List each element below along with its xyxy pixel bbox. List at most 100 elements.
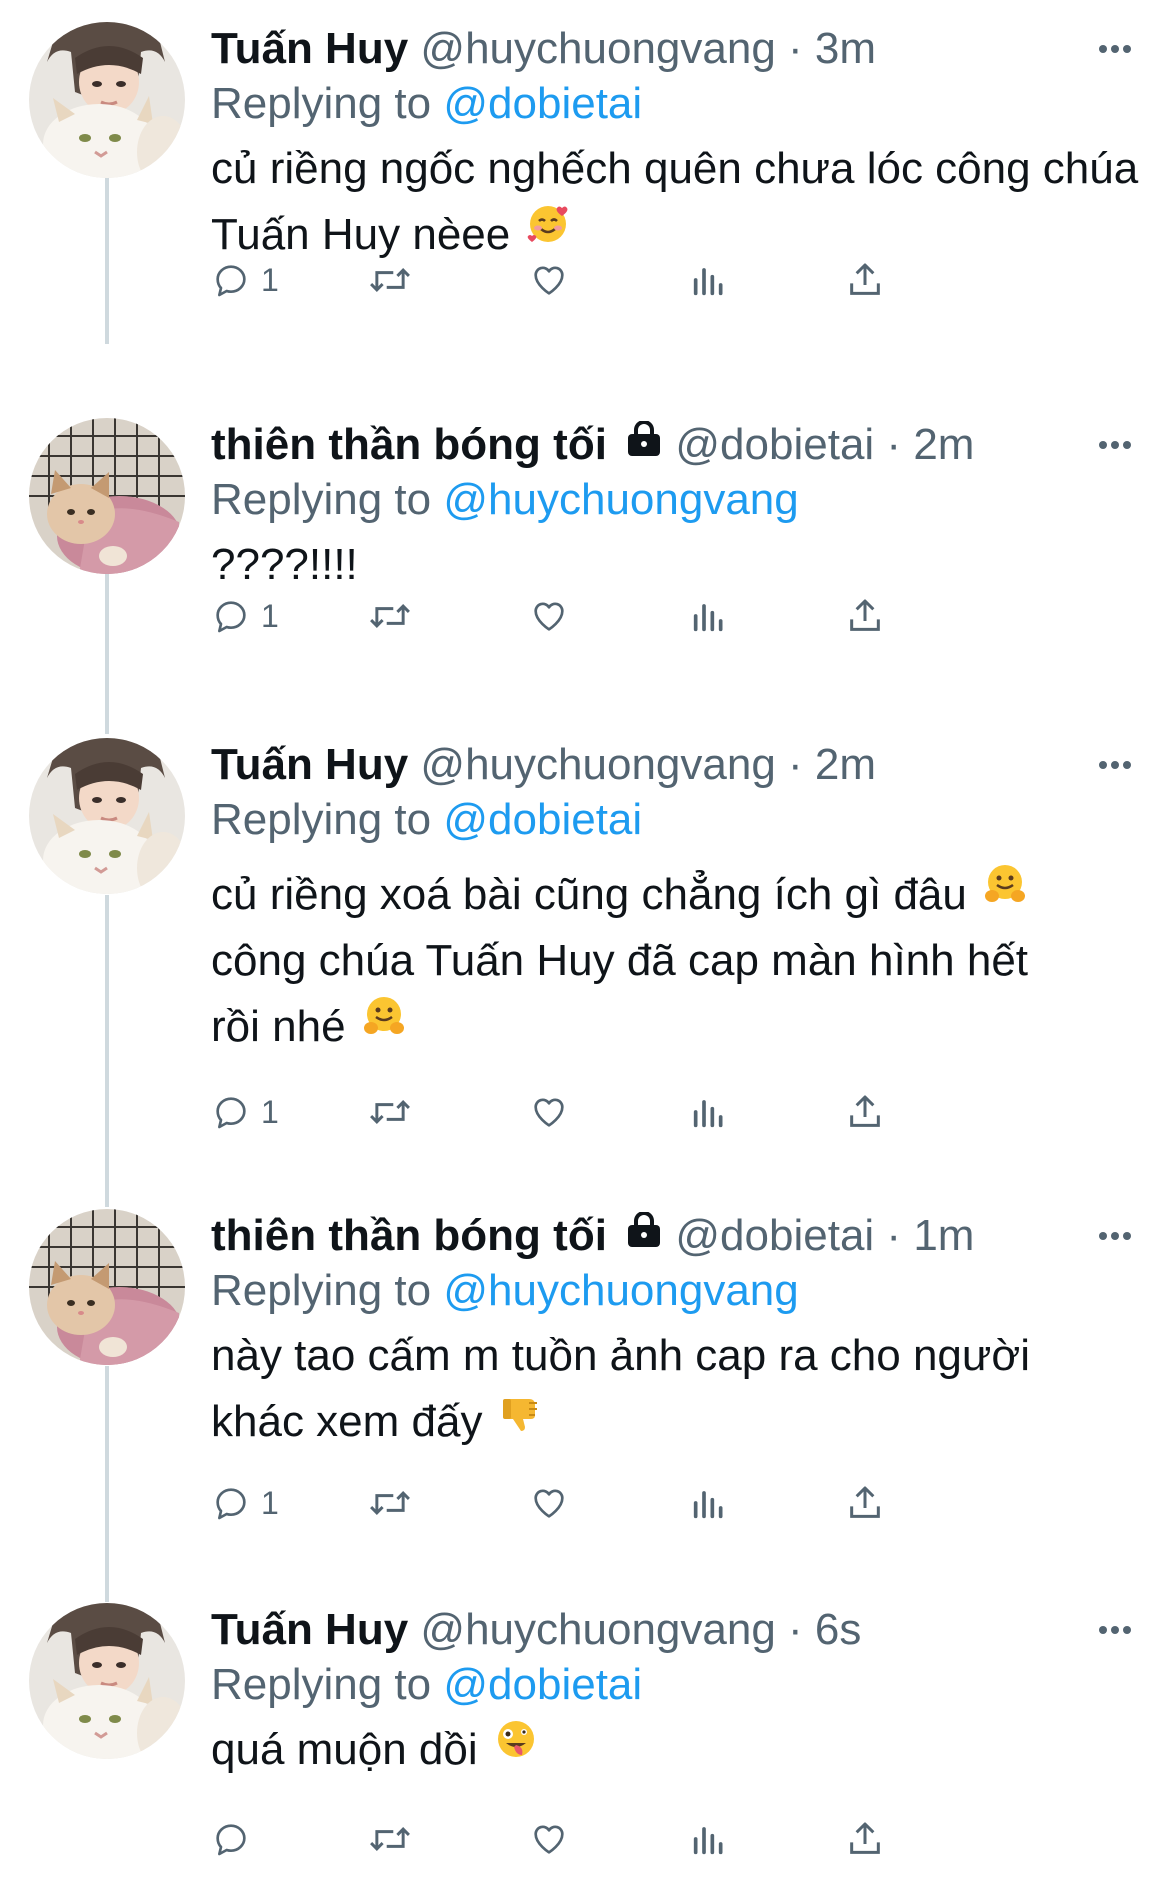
display-name[interactable]: Tuấn Huy <box>211 740 408 789</box>
tweet-text: quá muộn dồi <box>211 1717 1146 1783</box>
share-icon <box>850 599 880 631</box>
avatar[interactable] <box>29 418 185 574</box>
timestamp[interactable]: 6s <box>815 1605 861 1654</box>
mention-link[interactable]: @dobietai <box>443 795 642 844</box>
tweet-text-line: công chúa Tuấn Huy đã cap màn hình hết <box>211 928 1146 994</box>
like-icon <box>534 266 564 295</box>
like-button[interactable] <box>529 1473 569 1533</box>
tweet-text-content: công chúa Tuấn Huy đã cap màn hình hết <box>211 936 1029 985</box>
replying-to-label: Replying to <box>211 1266 432 1315</box>
analytics-button[interactable] <box>689 250 729 310</box>
retweet-button[interactable] <box>367 586 413 646</box>
retweet-button[interactable] <box>367 1082 413 1142</box>
tweet-text-line: này tao cấm m tuồn ảnh cap ra cho người <box>211 1323 1146 1389</box>
share-button[interactable] <box>845 1473 885 1533</box>
avatar[interactable] <box>29 22 185 178</box>
tweet[interactable]: thiên thần bóng tối @dobietai · 2m Reply… <box>0 418 1170 708</box>
reply-button[interactable]: 1 <box>211 1082 279 1142</box>
share-icon <box>850 1822 880 1854</box>
tweet-text-line: khác xem đấy <box>211 1389 1146 1455</box>
analytics-icon <box>693 1827 723 1855</box>
share-button[interactable] <box>845 1809 885 1869</box>
replying-to-label: Replying to <box>211 1660 432 1709</box>
display-name[interactable]: thiên thần bóng tối <box>211 1211 607 1260</box>
like-button[interactable] <box>529 1809 569 1869</box>
user-handle[interactable]: @dobietai <box>675 420 874 469</box>
more-options-icon[interactable] <box>1098 1209 1132 1263</box>
separator: · <box>788 1605 803 1654</box>
tweet[interactable]: Tuấn Huy @huychuongvang · 3m Replying to… <box>0 22 1170 372</box>
share-button[interactable] <box>845 250 885 310</box>
separator: · <box>886 420 902 469</box>
user-handle[interactable]: @huychuongvang <box>420 24 775 73</box>
reply-button[interactable]: 1 <box>211 586 279 646</box>
share-icon <box>850 263 880 295</box>
retweet-icon <box>370 1100 410 1124</box>
user-handle[interactable]: @huychuongvang <box>420 740 775 789</box>
timestamp[interactable]: 3m <box>815 24 876 73</box>
tweet-header: Tuấn Huy @huychuongvang · 2m <box>211 738 1146 792</box>
reply-count: 1 <box>261 1093 279 1130</box>
tweet[interactable]: Tuấn Huy @huychuongvang · 6s Replying to… <box>0 1603 1170 1899</box>
analytics-button[interactable] <box>689 586 729 646</box>
replying-to: Replying to @huychuongvang <box>211 472 1146 528</box>
like-button[interactable] <box>529 1082 569 1142</box>
replying-to: Replying to @dobietai <box>211 76 1146 132</box>
like-icon <box>534 1489 564 1518</box>
tweet-text-content: rồi nhé <box>211 1002 346 1051</box>
avatar[interactable] <box>29 1603 185 1759</box>
more-options-icon[interactable] <box>1098 738 1132 792</box>
mention-link[interactable]: @dobietai <box>443 1660 642 1709</box>
mention-link[interactable]: @huychuongvang <box>443 475 798 524</box>
reply-button[interactable] <box>211 1809 251 1869</box>
more-options-icon[interactable] <box>1098 418 1132 472</box>
separator: · <box>886 1211 902 1260</box>
retweet-button[interactable] <box>367 1809 413 1869</box>
analytics-button[interactable] <box>689 1473 729 1533</box>
tweet-text-line: củ riềng xoá bài cũng chẳng ích gì đâu <box>211 862 1146 928</box>
replying-to-label: Replying to <box>211 795 432 844</box>
like-button[interactable] <box>529 586 569 646</box>
reply-count: 1 <box>261 1484 279 1521</box>
tweet-header: thiên thần bóng tối @dobietai · 1m <box>211 1209 1146 1263</box>
tweet-text-content: này tao cấm m tuồn ảnh cap ra cho người <box>211 1331 1030 1380</box>
tweet-actions: 1 <box>211 1473 1170 1533</box>
mention-link[interactable]: @huychuongvang <box>443 1266 798 1315</box>
display-name[interactable]: thiên thần bóng tối <box>211 420 607 469</box>
timestamp[interactable]: 2m <box>815 740 876 789</box>
tweet-text: củ riềng xoá bài cũng chẳng ích gì đâu c… <box>211 862 1146 1060</box>
tweet[interactable]: thiên thần bóng tối @dobietai · 1m Reply… <box>0 1209 1170 1559</box>
tweet-text-line: rồi nhé <box>211 994 1146 1060</box>
like-button[interactable] <box>529 250 569 310</box>
more-options-icon[interactable] <box>1098 22 1132 76</box>
reply-icon <box>216 1097 246 1129</box>
display-name[interactable]: Tuấn Huy <box>211 24 408 73</box>
display-name[interactable]: Tuấn Huy <box>211 1605 408 1654</box>
tweet-header: Tuấn Huy @huychuongvang · 6s <box>211 1603 1146 1657</box>
tweet-text-content: khác xem đấy <box>211 1397 483 1446</box>
share-button[interactable] <box>845 586 885 646</box>
avatar[interactable] <box>29 1209 185 1365</box>
user-handle[interactable]: @huychuongvang <box>420 1605 775 1654</box>
tweet-text: củ riềng ngốc nghếch quên chưa lóc công … <box>211 136 1141 268</box>
analytics-button[interactable] <box>689 1809 729 1869</box>
analytics-icon <box>693 1491 723 1519</box>
retweet-icon <box>370 604 410 628</box>
avatar[interactable] <box>29 738 185 894</box>
mention-link[interactable]: @dobietai <box>443 79 642 128</box>
more-options-icon[interactable] <box>1098 1603 1132 1657</box>
timestamp[interactable]: 1m <box>913 1211 974 1260</box>
user-handle[interactable]: @dobietai <box>675 1211 874 1260</box>
lock-icon <box>625 416 663 470</box>
analytics-button[interactable] <box>689 1082 729 1142</box>
tweet[interactable]: Tuấn Huy @huychuongvang · 2m Replying to… <box>0 738 1170 1158</box>
tweet-actions: 1 <box>211 250 1170 310</box>
reply-button[interactable]: 1 <box>211 250 279 310</box>
timestamp[interactable]: 2m <box>913 420 974 469</box>
share-button[interactable] <box>845 1082 885 1142</box>
replying-to-label: Replying to <box>211 79 432 128</box>
reply-button[interactable]: 1 <box>211 1473 279 1533</box>
retweet-button[interactable] <box>367 1473 413 1533</box>
retweet-button[interactable] <box>367 250 413 310</box>
separator: · <box>788 24 803 73</box>
